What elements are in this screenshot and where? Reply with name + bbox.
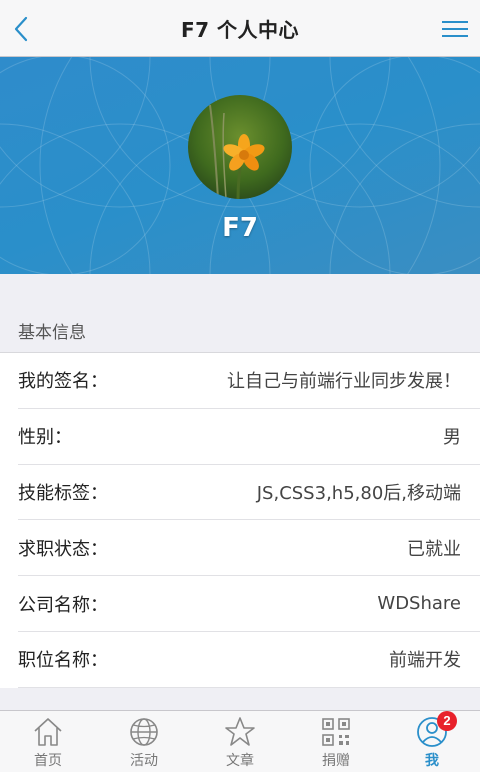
qr-code-icon: [322, 718, 350, 746]
star-icon: [225, 717, 255, 746]
tab-home[interactable]: 首页: [0, 711, 96, 772]
info-label: 性别：: [18, 427, 72, 449]
info-row-position[interactable]: 职位名称： 前端开发: [18, 632, 480, 688]
info-label: 我的签名：: [18, 371, 108, 393]
info-list: 我的签名： 让自己与前端行业同步发展！ 性别： 男 技能标签： JS,CSS3,…: [0, 352, 480, 688]
info-value: WDShare: [377, 593, 461, 615]
tab-label: 活动: [130, 753, 158, 769]
info-row-signature[interactable]: 我的签名： 让自己与前端行业同步发展！: [18, 353, 480, 409]
info-value: JS,CSS3,h5,80后,移动端: [256, 482, 461, 504]
navbar: F7 个人中心: [0, 0, 480, 57]
info-label: 求职状态：: [18, 538, 108, 560]
info-value: 让自己与前端行业同步发展！: [227, 371, 461, 393]
home-icon: [34, 718, 62, 746]
info-value: 男: [443, 427, 461, 449]
info-label: 职位名称：: [18, 650, 108, 672]
info-value: 前端开发: [389, 650, 461, 672]
section-title: 基本信息: [18, 323, 86, 343]
avatar[interactable]: [188, 95, 292, 199]
info-row-company[interactable]: 公司名称： WDShare: [18, 576, 480, 632]
tab-label: 捐赠: [322, 753, 350, 769]
profile-name: F7: [222, 213, 258, 243]
info-label: 公司名称：: [18, 594, 108, 616]
globe-icon: [130, 718, 158, 746]
tab-bar: 首页 活动 文章 捐赠 2 我: [0, 710, 480, 772]
chevron-left-icon[interactable]: [6, 12, 40, 46]
page-title: F7 个人中心: [180, 17, 300, 42]
profile-banner: F7: [0, 57, 480, 274]
hamburger-menu-icon[interactable]: [440, 14, 470, 44]
notification-badge: 2: [437, 711, 457, 731]
tab-me[interactable]: 2 我: [384, 711, 480, 772]
info-label: 技能标签：: [18, 482, 108, 504]
info-row-gender[interactable]: 性别： 男: [18, 409, 480, 465]
tab-label: 文章: [226, 753, 254, 769]
tab-articles[interactable]: 文章: [192, 711, 288, 772]
tab-label: 我: [425, 753, 439, 769]
tab-activity[interactable]: 活动: [96, 711, 192, 772]
info-row-job-status[interactable]: 求职状态： 已就业: [18, 520, 480, 577]
tab-donate[interactable]: 捐赠: [288, 711, 384, 772]
tab-label: 首页: [34, 753, 62, 769]
info-value: 已就业: [407, 538, 461, 560]
info-row-skills[interactable]: 技能标签： JS,CSS3,h5,80后,移动端: [18, 465, 480, 521]
flower-photo: [188, 95, 292, 199]
